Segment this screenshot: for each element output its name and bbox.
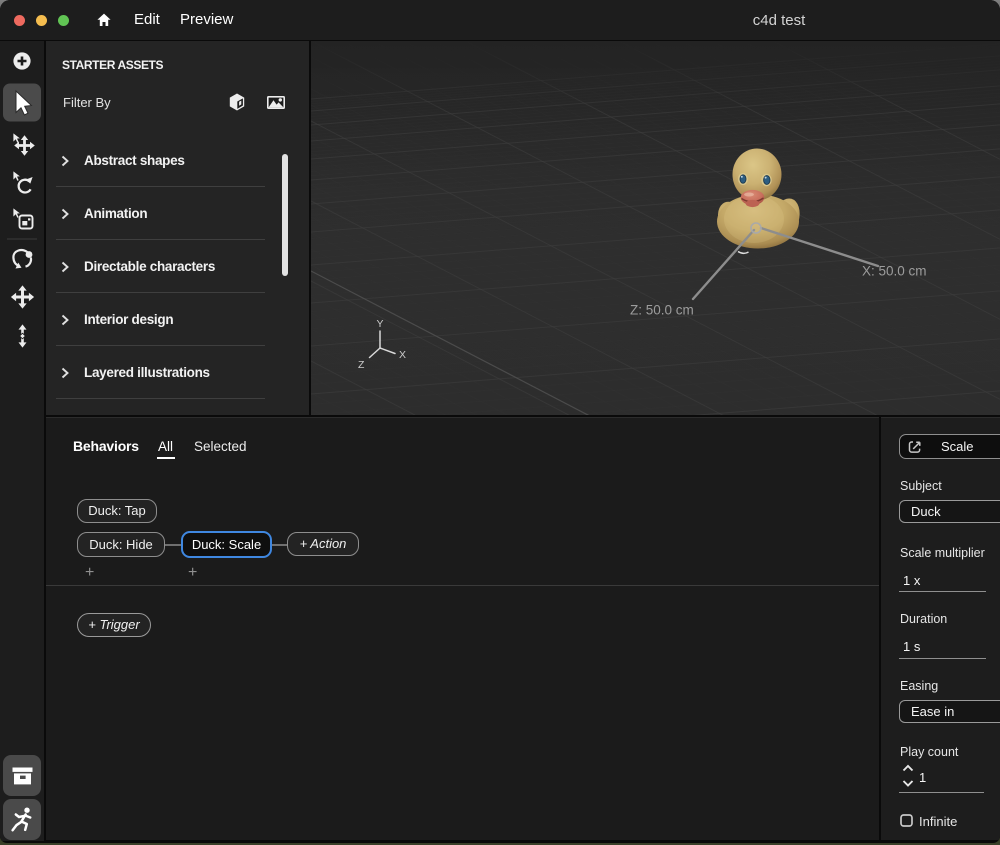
svg-text:X: X (399, 349, 406, 361)
svg-text:Z: Z (358, 359, 365, 371)
svg-text:Z: 50.0 cm: Z: 50.0 cm (630, 303, 694, 318)
svg-text:Y: Y (377, 318, 384, 330)
svg-text:X: 50.0 cm: X: 50.0 cm (862, 264, 927, 279)
